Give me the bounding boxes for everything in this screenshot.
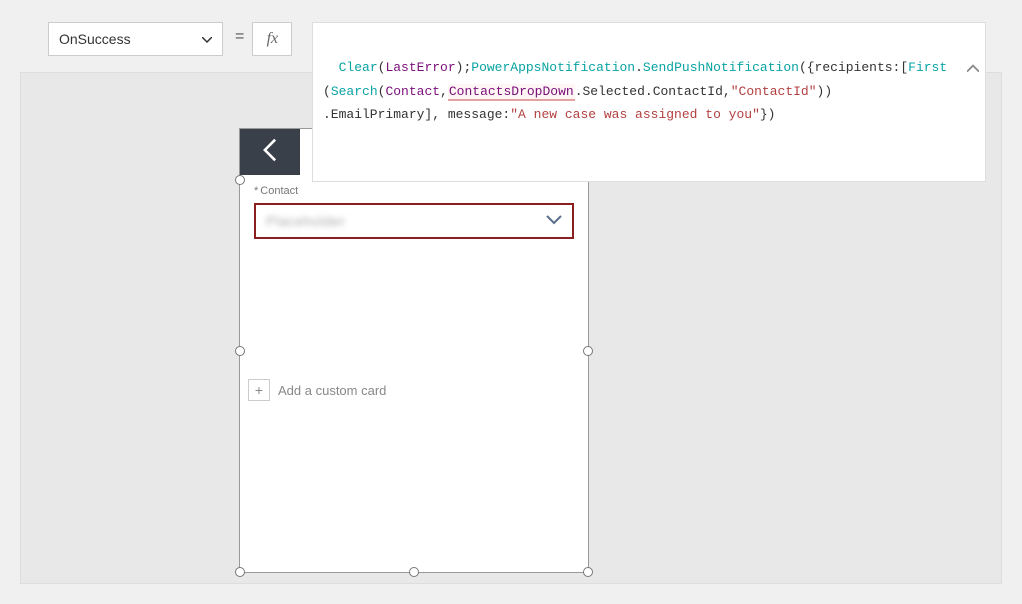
selection-handle[interactable] [235, 567, 245, 577]
equals-label: = [235, 28, 244, 46]
selection-handle[interactable] [235, 175, 245, 185]
chevron-left-icon [263, 138, 277, 167]
selection-handle[interactable] [583, 346, 593, 356]
property-dropdown-value: OnSuccess [59, 31, 131, 47]
fx-button[interactable]: fx [252, 22, 292, 56]
form-container[interactable]: *Contact Placeholder + Add a custom card [239, 128, 589, 573]
chevron-down-icon [546, 212, 562, 230]
add-card-label: Add a custom card [278, 383, 386, 398]
selection-handle[interactable] [583, 567, 593, 577]
chevron-down-icon [202, 32, 212, 46]
dropdown-selected-value: Placeholder [266, 213, 345, 229]
selection-handle[interactable] [409, 567, 419, 577]
selection-handle[interactable] [235, 346, 245, 356]
add-custom-card-button[interactable]: + Add a custom card [248, 379, 588, 401]
formula-bar[interactable]: Clear(LastError);PowerAppsNotification.S… [312, 22, 986, 182]
fx-label: fx [267, 30, 279, 48]
field-label: *Contact [254, 185, 588, 197]
property-dropdown[interactable]: OnSuccess [48, 22, 223, 56]
plus-icon: + [248, 379, 270, 401]
contacts-dropdown[interactable]: Placeholder [254, 203, 574, 239]
field-label-text: Contact [260, 185, 298, 197]
required-asterisk: * [254, 185, 258, 197]
collapse-caret-icon[interactable] [938, 37, 979, 102]
back-button[interactable] [240, 129, 300, 175]
